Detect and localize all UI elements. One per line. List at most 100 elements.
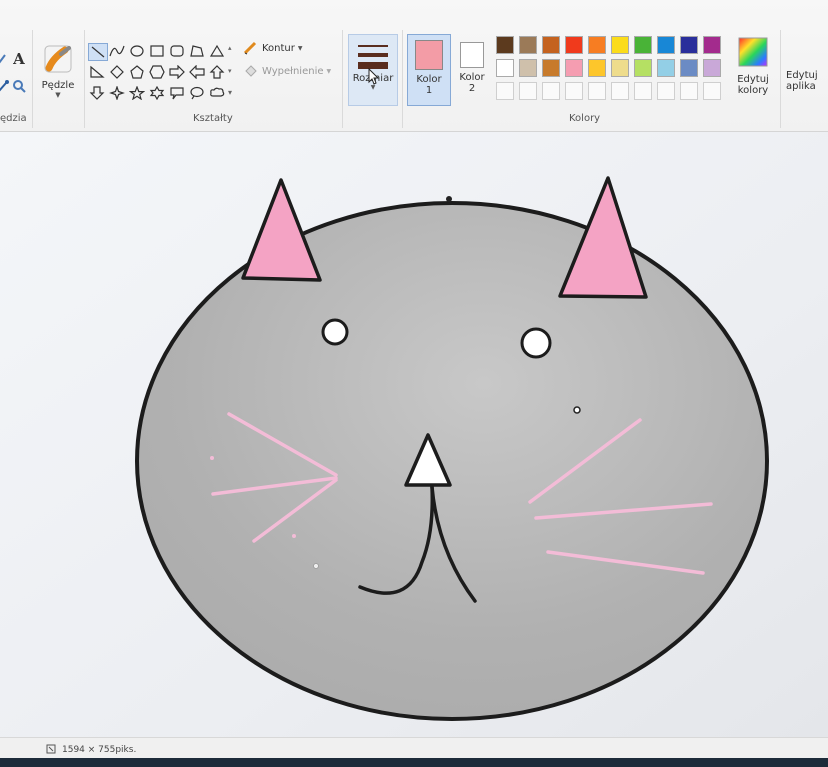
five-point-star-shape-icon[interactable] <box>128 85 146 101</box>
group-divider <box>780 30 781 128</box>
left-arrow-shape-icon[interactable] <box>188 64 206 80</box>
ribbon: A ędzia Pędzle ▼ ▴ ▾ ▾ Kontur ▼ Wypełnie… <box>0 0 828 132</box>
canvas-area[interactable] <box>0 132 828 742</box>
edit-colors-label-1: Edytuj <box>737 74 769 85</box>
group-divider <box>402 30 403 128</box>
palette-custom-slot[interactable] <box>703 82 721 100</box>
brushes-label: Pędzle <box>41 80 75 91</box>
color-palette <box>494 34 730 108</box>
color1-label: Kolor <box>416 74 442 85</box>
palette-color-swatch[interactable] <box>565 36 583 54</box>
rect-callout-shape-icon[interactable] <box>168 85 186 101</box>
triangle-shape-icon[interactable] <box>208 43 226 59</box>
color1-button[interactable]: Kolor 1 <box>407 34 451 106</box>
shapes-scroll-down[interactable]: ▾ <box>228 67 232 75</box>
edit-with-app-button[interactable]: Edytuj aplika <box>786 70 828 106</box>
palette-color-swatch[interactable] <box>542 36 560 54</box>
shapes-group-label: Kształty <box>193 113 233 124</box>
color1-swatch <box>415 40 443 70</box>
edit-colors-button[interactable]: Edytuj kolory <box>732 34 774 106</box>
six-point-star-shape-icon[interactable] <box>148 85 166 101</box>
pencil-icon <box>0 54 6 64</box>
hexagon-shape-icon[interactable] <box>148 64 166 80</box>
rounded-rectangle-shape-icon[interactable] <box>168 43 186 59</box>
palette-color-swatch[interactable] <box>680 59 698 77</box>
down-arrow-shape-icon[interactable] <box>88 85 106 101</box>
color2-number: 2 <box>468 83 476 94</box>
pentagon-shape-icon[interactable] <box>128 64 146 80</box>
palette-custom-slot[interactable] <box>542 82 560 100</box>
palette-custom-slot[interactable] <box>657 82 675 100</box>
oval-callout-shape-icon[interactable] <box>188 85 206 101</box>
palette-custom-slot[interactable] <box>496 82 514 100</box>
palette-custom-slot[interactable] <box>519 82 537 100</box>
cat-right-eye <box>520 327 552 359</box>
color-picker-button[interactable] <box>0 78 10 94</box>
chevron-down-icon: ▼ <box>55 91 61 99</box>
text-tool-icon: A <box>13 50 25 68</box>
palette-color-swatch[interactable] <box>634 59 652 77</box>
tools-group-label: ędzia <box>0 113 27 124</box>
magnifier-button[interactable] <box>11 78 27 94</box>
palette-custom-slot[interactable] <box>611 82 629 100</box>
color2-label: Kolor <box>459 72 485 83</box>
palette-custom-slot[interactable] <box>565 82 583 100</box>
palette-color-swatch[interactable] <box>496 59 514 77</box>
curve-shape-icon[interactable] <box>108 43 126 59</box>
image-size-icon <box>46 744 56 754</box>
outline-dropdown[interactable]: Kontur ▼ <box>243 40 303 56</box>
group-divider <box>84 30 85 128</box>
palette-color-swatch[interactable] <box>680 36 698 54</box>
colors-group-label: Kolory <box>569 113 601 124</box>
palette-color-swatch[interactable] <box>703 36 721 54</box>
brushes-button[interactable]: Pędzle ▼ <box>38 38 78 104</box>
text-tool-button[interactable]: A <box>10 50 28 68</box>
cat-head <box>135 201 769 721</box>
edit-colors-label-2: kolory <box>737 85 769 96</box>
palette-color-swatch[interactable] <box>519 59 537 77</box>
taskbar <box>0 758 828 767</box>
shapes-gallery: ▴ ▾ ▾ <box>88 40 238 108</box>
right-arrow-shape-icon[interactable] <box>168 64 186 80</box>
palette-color-swatch[interactable] <box>588 59 606 77</box>
chevron-down-icon: ▼ <box>326 67 332 75</box>
palette-custom-slot[interactable] <box>588 82 606 100</box>
drawing-canvas[interactable] <box>0 132 828 742</box>
shapes-scroll-up[interactable]: ▴ <box>228 44 232 52</box>
stray-dot <box>292 534 296 538</box>
palette-color-swatch[interactable] <box>703 59 721 77</box>
palette-custom-slot[interactable] <box>634 82 652 100</box>
diamond-shape-icon[interactable] <box>108 64 126 80</box>
palette-color-swatch[interactable] <box>611 59 629 77</box>
palette-color-swatch[interactable] <box>588 36 606 54</box>
palette-color-swatch[interactable] <box>542 59 560 77</box>
palette-color-swatch[interactable] <box>657 59 675 77</box>
color-picker-icon <box>0 80 9 92</box>
palette-color-swatch[interactable] <box>496 36 514 54</box>
four-point-star-shape-icon[interactable] <box>108 85 126 101</box>
cloud-callout-shape-icon[interactable] <box>208 85 226 101</box>
rectangle-shape-icon[interactable] <box>148 43 166 59</box>
polygon-shape-icon[interactable] <box>188 43 206 59</box>
palette-custom-slot[interactable] <box>680 82 698 100</box>
fill-dropdown[interactable]: Wypełnienie ▼ <box>243 63 331 79</box>
color-spectrum-icon <box>738 37 768 67</box>
fill-tool-button[interactable] <box>0 52 8 66</box>
color2-swatch <box>460 42 484 68</box>
palette-color-swatch[interactable] <box>565 59 583 77</box>
brush-icon <box>44 45 72 73</box>
group-divider <box>342 30 343 128</box>
palette-color-swatch[interactable] <box>657 36 675 54</box>
line-shape-icon[interactable] <box>88 43 108 61</box>
palette-color-swatch[interactable] <box>611 36 629 54</box>
oval-shape-icon[interactable] <box>128 43 146 59</box>
up-arrow-shape-icon[interactable] <box>208 64 226 80</box>
chevron-down-icon: ▼ <box>297 44 303 52</box>
shapes-expand[interactable]: ▾ <box>228 88 232 97</box>
outline-label: Kontur <box>262 42 295 54</box>
palette-color-swatch[interactable] <box>519 36 537 54</box>
color2-button[interactable]: Kolor 2 <box>452 34 492 106</box>
right-triangle-shape-icon[interactable] <box>88 64 106 80</box>
image-size-label: 1594 × 755piks. <box>62 745 137 755</box>
palette-color-swatch[interactable] <box>634 36 652 54</box>
